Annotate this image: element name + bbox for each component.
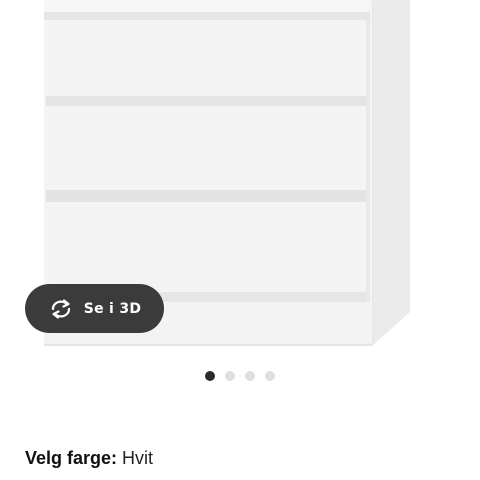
drawer-front [44,0,370,20]
carousel-dot[interactable] [265,371,275,381]
drawer-front [46,20,370,106]
view-in-3d-label: Se i 3D [83,300,142,317]
view-in-3d-button[interactable]: Se i 3D [25,284,164,333]
carousel-dot[interactable] [245,371,255,381]
color-selector-label: Velg farge: [25,448,123,468]
image-carousel-indicator [0,371,480,381]
rotate-3d-icon [51,298,70,319]
carousel-dot[interactable] [225,371,235,381]
carousel-dot-active[interactable] [205,371,215,381]
color-selector-value: Hvit [122,448,154,468]
color-selector[interactable]: Velg farge: Hvit [25,448,153,469]
drawer-front [46,106,370,202]
